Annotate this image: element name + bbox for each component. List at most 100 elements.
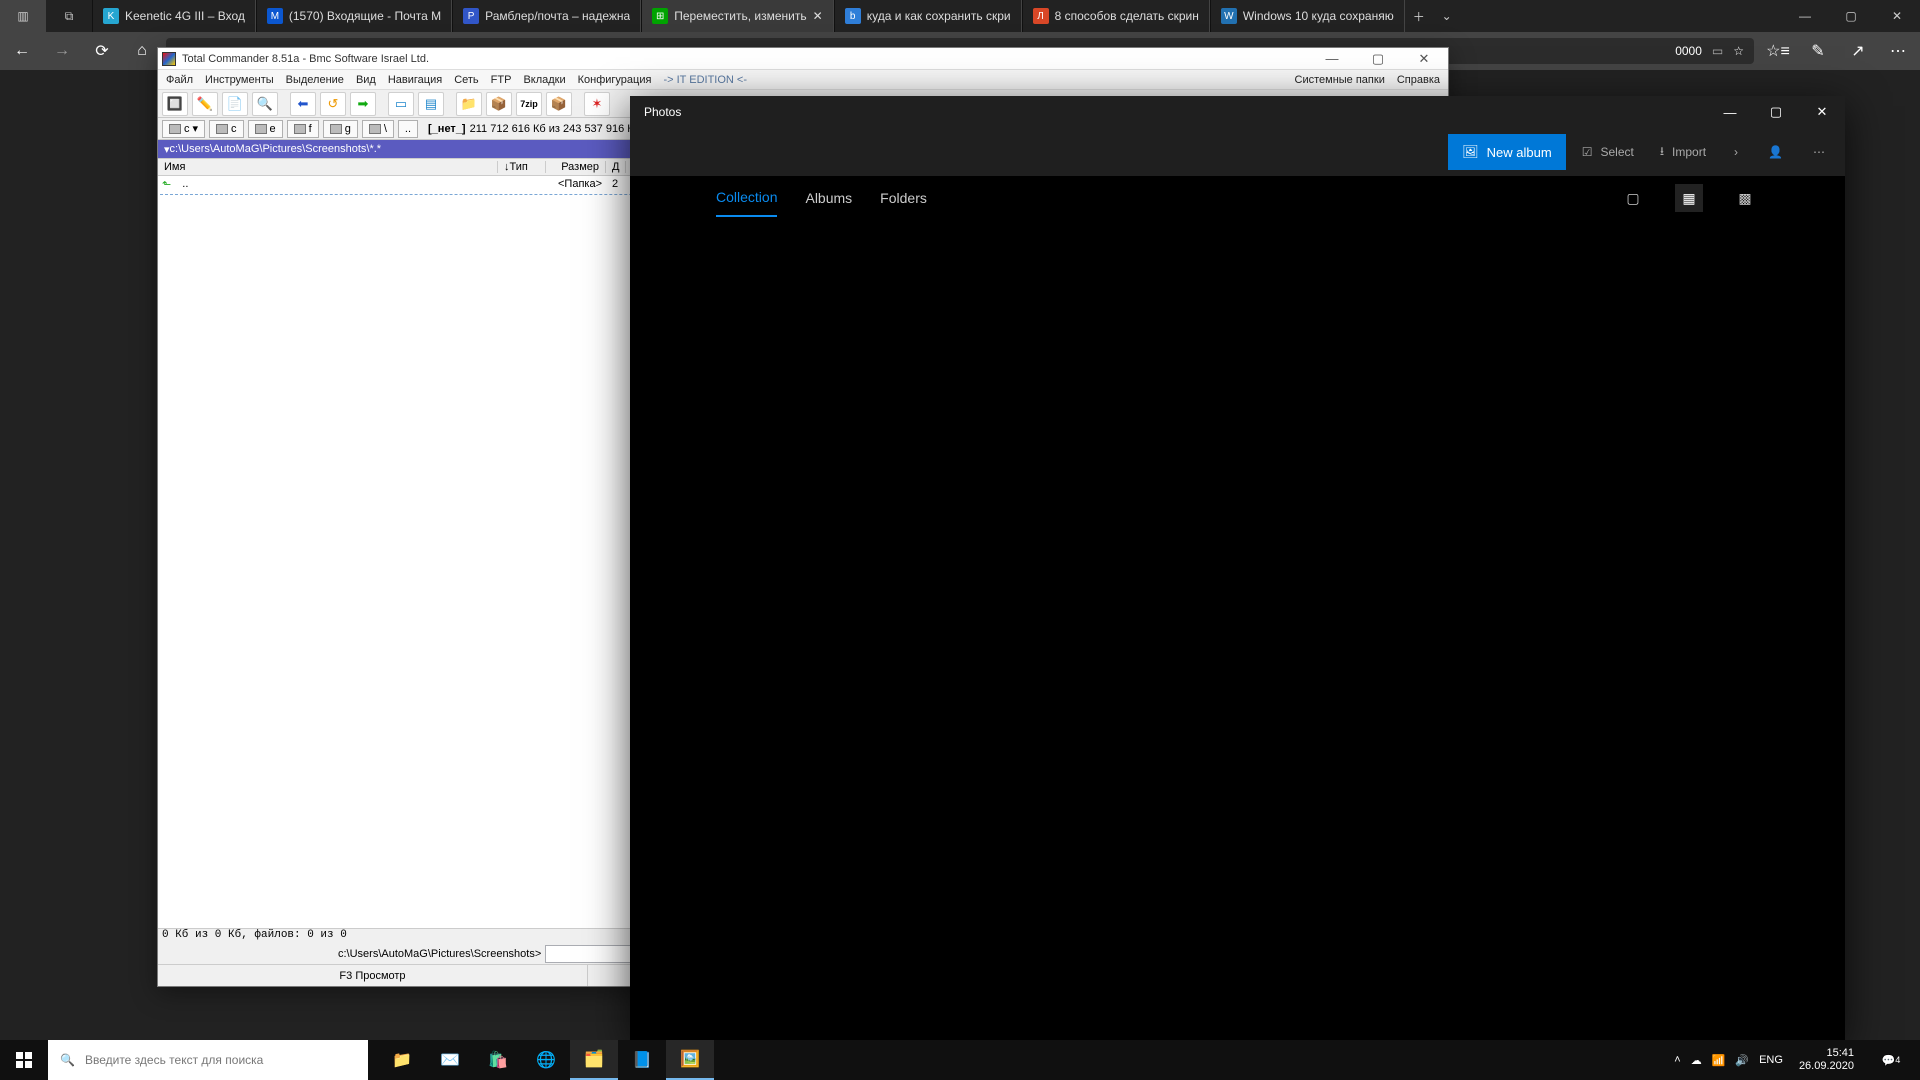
tc-titlebar[interactable]: Total Commander 8.51a - Bmc Software Isr…	[158, 48, 1448, 70]
toolbar-btn-11[interactable]: 📦	[486, 92, 512, 116]
tab-folders[interactable]: Folders	[880, 180, 927, 216]
browser-tab[interactable]: bкуда и как сохранить скри	[834, 0, 1022, 32]
tc-close-button[interactable]: ✕	[1404, 49, 1444, 69]
forward-button[interactable]: →	[46, 35, 78, 67]
menu-nav[interactable]: Навигация	[388, 74, 442, 86]
drive-e[interactable]: e	[248, 120, 283, 138]
tab-actions-icon[interactable]: ▥	[0, 0, 46, 32]
task-edge-icon[interactable]: 🌐	[522, 1040, 570, 1080]
drive-dotdot[interactable]: ..	[398, 120, 418, 138]
photos-minimize-button[interactable]: —	[1707, 96, 1753, 128]
photos-titlebar[interactable]: Photos — ▢ ✕	[630, 96, 1845, 128]
toolbar-btn-9[interactable]: ▤	[418, 92, 444, 116]
menu-ftp[interactable]: FTP	[491, 74, 512, 86]
menu-sysfolders[interactable]: Системные папки	[1295, 74, 1385, 86]
import-chevron-icon[interactable]: ›	[1722, 134, 1750, 170]
drive-selector-icon[interactable]: c▾	[162, 120, 205, 138]
more-icon[interactable]: ⋯	[1882, 35, 1914, 67]
menu-view[interactable]: Вид	[356, 74, 376, 86]
task-word-icon[interactable]: 📘	[618, 1040, 666, 1080]
drive-f[interactable]: f	[287, 120, 319, 138]
menu-config[interactable]: Конфигурация	[578, 74, 652, 86]
menu-net[interactable]: Сеть	[454, 74, 478, 86]
browser-minimize-button[interactable]: —	[1782, 0, 1828, 32]
browser-tab[interactable]: РРамблер/почта – надежна	[452, 0, 641, 32]
browser-tab[interactable]: M(1570) Входящие - Почта M	[256, 0, 452, 32]
back-button[interactable]: ←	[6, 35, 38, 67]
tray-clock[interactable]: 15:41 26.09.2020	[1793, 1047, 1860, 1072]
col-size[interactable]: Размер	[546, 161, 606, 173]
toolbar-btn-2[interactable]: ✏️	[192, 92, 218, 116]
share-icon[interactable]: ↗	[1842, 35, 1874, 67]
more-icon[interactable]: ⋯	[1801, 134, 1837, 170]
home-button[interactable]: ⌂	[126, 35, 158, 67]
toolbar-btn-14[interactable]: ✶	[584, 92, 610, 116]
tabs-chevron-icon[interactable]: ⌄	[1433, 0, 1461, 32]
tray-onedrive-icon[interactable]: ☁	[1691, 1054, 1702, 1067]
col-type[interactable]: ↓Тип	[498, 161, 546, 173]
browser-tab[interactable]: Л8 способов сделать скрин	[1022, 0, 1210, 32]
tray-language[interactable]: ENG	[1759, 1054, 1783, 1066]
reading-view-icon[interactable]: ▭	[1712, 44, 1723, 58]
tab-albums[interactable]: Albums	[805, 180, 852, 216]
col-date[interactable]: Д	[606, 161, 626, 173]
menu-tabs[interactable]: Вкладки	[523, 74, 565, 86]
col-name[interactable]: Имя	[158, 161, 498, 173]
account-icon[interactable]: 👤	[1756, 134, 1795, 170]
drive-c[interactable]: c	[209, 120, 244, 138]
menu-itedition[interactable]: -> IT EDITION <-	[663, 74, 747, 86]
tab-actions-icon2[interactable]: ⧉	[46, 0, 92, 32]
toolbar-btn-3[interactable]: 📄	[222, 92, 248, 116]
task-explorer-icon[interactable]: 📁	[378, 1040, 426, 1080]
task-totalcmd-icon[interactable]: 🗂️	[570, 1040, 618, 1080]
view-small-grid-icon[interactable]: ▩	[1731, 184, 1759, 212]
browser-tab[interactable]: ⊞Переместить, изменить✕	[641, 0, 833, 32]
menu-tools[interactable]: Инструменты	[205, 74, 274, 86]
toolbar-reload-icon[interactable]: ↺	[320, 92, 346, 116]
photos-maximize-button[interactable]: ▢	[1753, 96, 1799, 128]
task-store-icon[interactable]: 🛍️	[474, 1040, 522, 1080]
tray-volume-icon[interactable]: 🔊	[1735, 1054, 1749, 1067]
view-single-icon[interactable]: ▢	[1619, 184, 1647, 212]
toolbar-btn-8[interactable]: ▭	[388, 92, 414, 116]
fn-f3[interactable]: F3 Просмотр	[158, 965, 588, 986]
toolbar-btn-13[interactable]: 📦	[546, 92, 572, 116]
taskbar-search[interactable]: 🔍 Введите здесь текст для поиска	[48, 1040, 368, 1080]
import-button[interactable]: ⭳ Import	[1650, 134, 1716, 170]
toolbar-forward-icon[interactable]: ➡	[350, 92, 376, 116]
task-mail-icon[interactable]: ✉️	[426, 1040, 474, 1080]
select-button[interactable]: ☑ Select	[1572, 134, 1644, 170]
photos-close-button[interactable]: ✕	[1799, 96, 1845, 128]
drive-net[interactable]: \	[362, 120, 394, 138]
refresh-button[interactable]: ⟳	[86, 35, 118, 67]
notes-icon[interactable]: ✎	[1802, 35, 1834, 67]
tab-collection[interactable]: Collection	[716, 179, 777, 217]
toolbar-back-icon[interactable]: ⬅	[290, 92, 316, 116]
menu-help[interactable]: Справка	[1397, 74, 1440, 86]
view-grid-icon[interactable]: ▦	[1675, 184, 1703, 212]
toolbar-btn-1[interactable]: 🔲	[162, 92, 188, 116]
tc-minimize-button[interactable]: —	[1312, 49, 1352, 69]
tray-chevron-icon[interactable]: ˄	[1674, 1054, 1680, 1066]
browser-tab[interactable]: KKeenetic 4G III – Вход	[92, 0, 256, 32]
new-tab-button[interactable]: ＋	[1405, 0, 1433, 32]
new-album-button[interactable]: 🖼 New album	[1448, 134, 1566, 170]
tc-maximize-button[interactable]: ▢	[1358, 49, 1398, 69]
drive-g[interactable]: g	[323, 120, 358, 138]
toolbar-7zip-icon[interactable]: 7zip	[516, 92, 542, 116]
tray-wifi-icon[interactable]: 📶	[1712, 1054, 1726, 1067]
browser-close-button[interactable]: ✕	[1874, 0, 1920, 32]
toolbar-btn-10[interactable]: 📁	[456, 92, 482, 116]
browser-maximize-button[interactable]: ▢	[1828, 0, 1874, 32]
browser-tab[interactable]: WWindows 10 куда сохраняю	[1210, 0, 1405, 32]
favorites-icon[interactable]: ☆≡	[1762, 35, 1794, 67]
menu-file[interactable]: Файл	[166, 74, 193, 86]
search-placeholder: Введите здесь текст для поиска	[85, 1053, 263, 1067]
menu-select[interactable]: Выделение	[286, 74, 344, 86]
tab-close-icon[interactable]: ✕	[813, 9, 823, 23]
start-button[interactable]	[0, 1040, 48, 1080]
toolbar-btn-4[interactable]: 🔍	[252, 92, 278, 116]
action-center-icon[interactable]: 💬4	[1870, 1054, 1912, 1067]
favorite-star-icon[interactable]: ☆	[1733, 44, 1744, 58]
task-photos-icon[interactable]: 🖼️	[666, 1040, 714, 1080]
